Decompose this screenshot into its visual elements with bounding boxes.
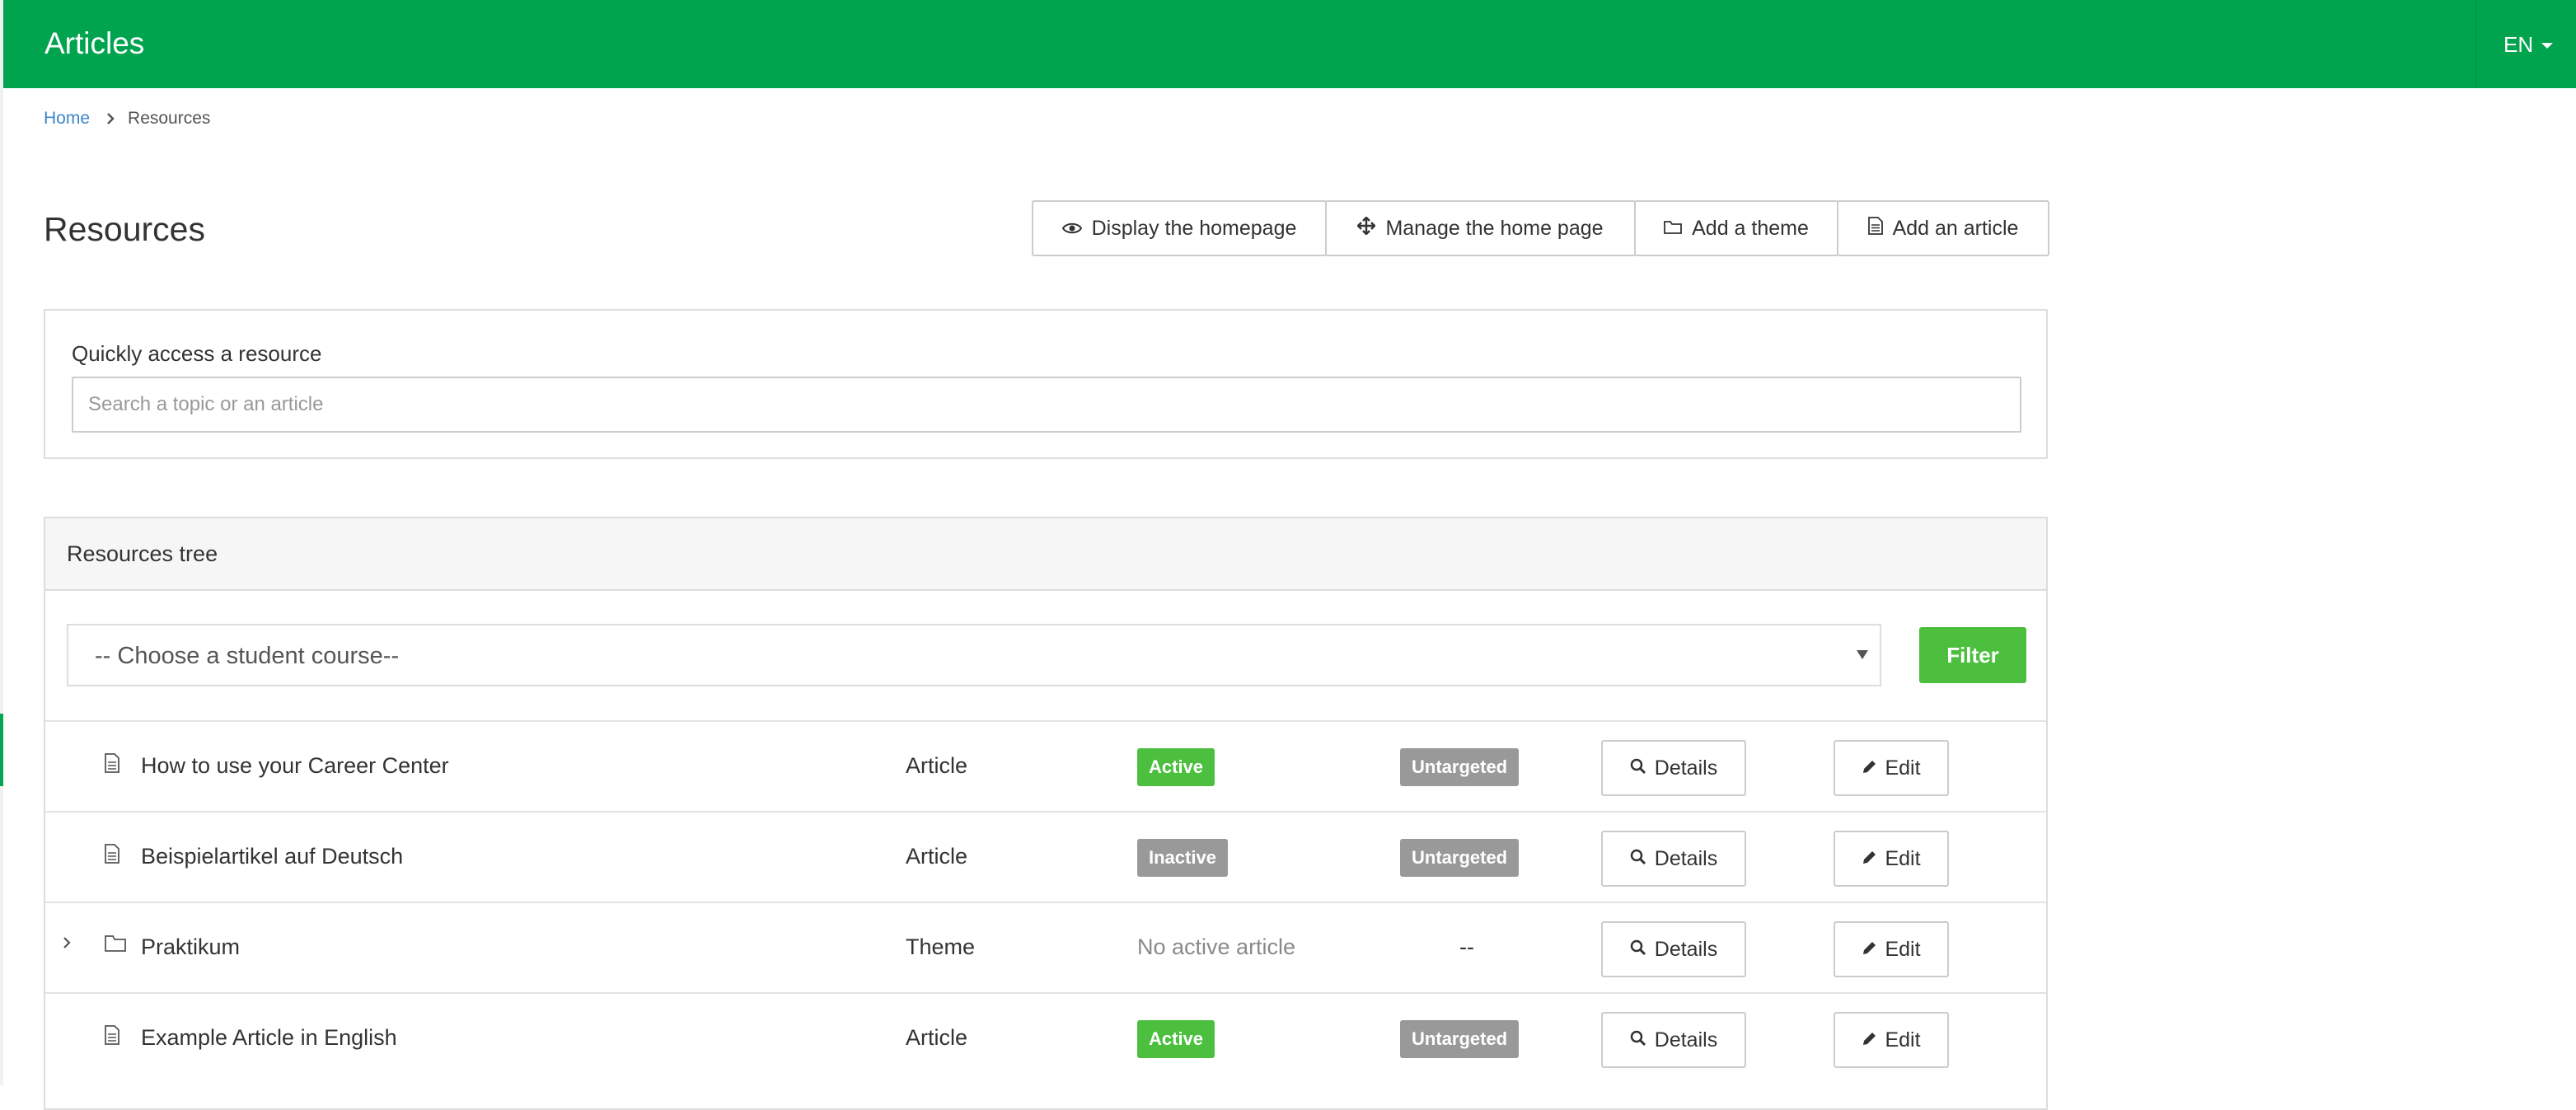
status-badge: Inactive (1137, 839, 1228, 877)
table-row: Beispielartikel auf Deutsch Article Inac… (45, 811, 2046, 902)
language-switcher[interactable]: EN (2503, 28, 2554, 61)
status-text: No active article (1137, 934, 1296, 959)
page-actions: Display the homepage Manage the home pag… (1032, 200, 2049, 256)
edit-label: Edit (1885, 756, 1921, 780)
document-icon (105, 844, 119, 868)
target-text: -- (1459, 934, 1474, 959)
details-button[interactable]: Details (1601, 831, 1746, 887)
app-title: Articles (44, 26, 145, 60)
target-badge: Untargeted (1400, 748, 1520, 786)
add-article-label: Add an article (1892, 216, 2019, 240)
add-article-button[interactable]: Add an article (1837, 200, 2049, 256)
edit-label: Edit (1885, 937, 1921, 961)
quick-access-panel: Quickly access a resource (44, 309, 2048, 459)
resources-tree-title: Resources tree (67, 541, 218, 566)
manage-homepage-label: Manage the home page (1385, 216, 1604, 240)
resource-type: Article (906, 753, 968, 778)
resources-tree-header: Resources tree (45, 518, 2046, 591)
search-icon (1630, 1028, 1646, 1052)
filter-button[interactable]: Filter (1919, 627, 2026, 683)
details-label: Details (1654, 937, 1718, 961)
details-button[interactable]: Details (1601, 921, 1746, 977)
edit-button[interactable]: Edit (1834, 921, 1949, 977)
add-theme-label: Add a theme (1692, 216, 1809, 240)
resource-type: Article (906, 1025, 968, 1050)
edit-label: Edit (1885, 846, 1921, 870)
language-label: EN (2503, 32, 2534, 57)
target-badge: Untargeted (1400, 1020, 1520, 1058)
chevron-right-icon[interactable] (62, 934, 72, 955)
table-row: Praktikum Theme No active article -- Det… (45, 902, 2046, 992)
pencil-icon (1862, 756, 1876, 780)
status-badge: Active (1137, 1020, 1215, 1058)
add-theme-button[interactable]: Add a theme (1634, 200, 1838, 256)
left-edge (0, 0, 3, 1085)
eye-icon (1061, 217, 1082, 241)
top-bar: Articles EN (3, 0, 2576, 88)
details-label: Details (1654, 756, 1718, 780)
details-button[interactable]: Details (1601, 1012, 1746, 1068)
breadcrumb-home-link[interactable]: Home (44, 105, 90, 132)
quick-access-label: Quickly access a resource (72, 341, 322, 366)
resource-title: Beispielartikel auf Deutsch (141, 844, 404, 869)
move-icon (1356, 215, 1377, 241)
select-arrow-icon (1857, 650, 1868, 659)
resource-title: Example Article in English (141, 1025, 397, 1050)
document-icon (1867, 216, 1883, 241)
edit-button[interactable]: Edit (1834, 831, 1949, 887)
breadcrumb-current: Resources (128, 109, 211, 128)
table-row: How to use your Career Center Article Ac… (45, 720, 2046, 811)
edit-button[interactable]: Edit (1834, 1012, 1949, 1068)
search-icon (1630, 847, 1646, 871)
chevron-right-icon (106, 112, 115, 125)
caret-down-icon (2541, 43, 2554, 49)
breadcrumb: Home Resources (44, 105, 210, 132)
student-course-select-value: -- Choose a student course-- (95, 643, 400, 669)
display-homepage-button[interactable]: Display the homepage (1032, 200, 1327, 256)
display-homepage-label: Display the homepage (1091, 216, 1297, 240)
left-edge-accent (0, 714, 3, 786)
language-divider (2475, 0, 2477, 88)
resource-type: Theme (906, 934, 976, 959)
resource-type: Article (906, 844, 968, 869)
resource-title: Praktikum (141, 934, 241, 959)
status-badge: Active (1137, 748, 1215, 786)
pencil-icon (1862, 847, 1876, 871)
edit-label: Edit (1885, 1028, 1921, 1051)
details-button[interactable]: Details (1601, 740, 1746, 796)
search-icon (1630, 938, 1646, 962)
document-icon (105, 1025, 119, 1049)
resources-tree-panel: Resources tree -- Choose a student cours… (44, 517, 2048, 1110)
resource-search-input[interactable] (72, 377, 2021, 433)
table-row: Example Article in English Article Activ… (45, 992, 2046, 1083)
edit-button[interactable]: Edit (1834, 740, 1949, 796)
page-title: Resources (44, 210, 205, 248)
document-icon (105, 753, 119, 777)
details-label: Details (1654, 846, 1718, 870)
manage-homepage-button[interactable]: Manage the home page (1325, 200, 1636, 256)
folder-icon (1664, 217, 1683, 241)
target-badge: Untargeted (1400, 839, 1520, 877)
pencil-icon (1862, 1028, 1876, 1052)
student-course-select[interactable]: -- Choose a student course-- (67, 624, 1881, 686)
search-icon (1630, 756, 1646, 780)
resource-title: How to use your Career Center (141, 753, 449, 778)
pencil-icon (1862, 938, 1876, 962)
details-label: Details (1654, 1028, 1718, 1051)
folder-icon (105, 934, 126, 957)
